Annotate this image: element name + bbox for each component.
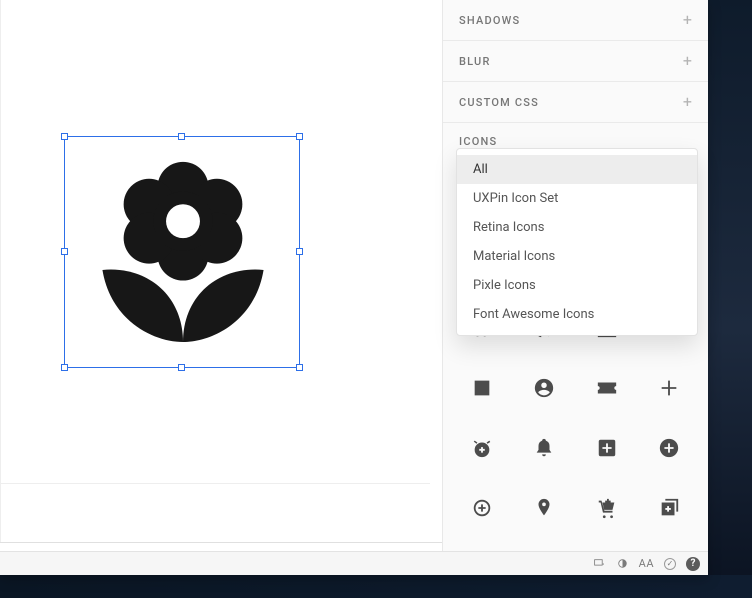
screen-add-icon[interactable] — [593, 557, 606, 570]
resize-handle-top-right[interactable] — [296, 133, 303, 140]
dropdown-item-uxpin[interactable]: UXPin Icon Set — [457, 184, 697, 213]
queue-add-icon[interactable] — [640, 480, 698, 536]
icon-grid — [443, 300, 708, 575]
account-box-icon[interactable] — [453, 360, 511, 416]
plus-box-icon[interactable] — [578, 420, 636, 476]
resize-handle-bottom-right[interactable] — [296, 364, 303, 371]
plus-thin-icon[interactable] — [640, 360, 698, 416]
resize-handle-bottom-left[interactable] — [61, 364, 68, 371]
inspector-panel: SHADOWS + BLUR + CUSTOM CSS + ICONS All … — [442, 0, 708, 575]
contrast-icon[interactable] — [616, 557, 629, 570]
resize-handle-top-left[interactable] — [61, 133, 68, 140]
section-shadows-label: SHADOWS — [459, 14, 520, 27]
resize-handle-bottom-middle[interactable] — [178, 364, 185, 371]
resize-handle-top-middle[interactable] — [178, 133, 185, 140]
dropdown-item-all[interactable]: All — [457, 155, 697, 184]
help-icon[interactable]: ? — [686, 557, 700, 571]
add-shadow-icon[interactable]: + — [683, 12, 692, 28]
bell-add-icon[interactable] — [515, 420, 573, 476]
section-blur-label: BLUR — [459, 55, 491, 68]
alarm-add-icon[interactable] — [453, 420, 511, 476]
icon-set-dropdown: All UXPin Icon Set Retina Icons Material… — [456, 148, 698, 336]
section-icons-label: ICONS — [459, 135, 497, 148]
plus-circle-filled-icon[interactable] — [640, 420, 698, 476]
text-aa-label[interactable]: AA — [639, 557, 654, 570]
add-custom-css-icon[interactable]: + — [683, 94, 692, 110]
section-shadows[interactable]: SHADOWS + — [443, 0, 708, 41]
add-blur-icon[interactable]: + — [683, 53, 692, 69]
desktop-background-right — [708, 0, 752, 598]
section-blur[interactable]: BLUR + — [443, 41, 708, 82]
resize-handle-middle-right[interactable] — [296, 248, 303, 255]
app-window: SHADOWS + BLUR + CUSTOM CSS + ICONS All … — [0, 0, 708, 575]
dropdown-item-pixle[interactable]: Pixle Icons — [457, 271, 697, 300]
dropdown-item-material[interactable]: Material Icons — [457, 242, 697, 271]
flower-icon[interactable] — [77, 147, 289, 359]
dropdown-item-retina[interactable]: Retina Icons — [457, 213, 697, 242]
pin-drop-icon[interactable] — [515, 480, 573, 536]
plus-circle-outline-icon[interactable] — [453, 480, 511, 536]
status-bar: AA ✓ ? — [0, 551, 708, 575]
ticket-icon[interactable] — [578, 360, 636, 416]
add-to-cart-icon[interactable] — [578, 480, 636, 536]
account-circle-icon[interactable] — [515, 360, 573, 416]
section-custom-css[interactable]: CUSTOM CSS + — [443, 82, 708, 123]
dropdown-item-fontawesome[interactable]: Font Awesome Icons — [457, 300, 697, 329]
section-custom-css-label: CUSTOM CSS — [459, 96, 539, 109]
canvas-edge — [0, 0, 1, 542]
approve-check-icon[interactable]: ✓ — [664, 558, 676, 570]
desktop-background-bottom — [0, 575, 752, 598]
resize-handle-middle-left[interactable] — [61, 248, 68, 255]
selection-box[interactable] — [64, 136, 300, 368]
